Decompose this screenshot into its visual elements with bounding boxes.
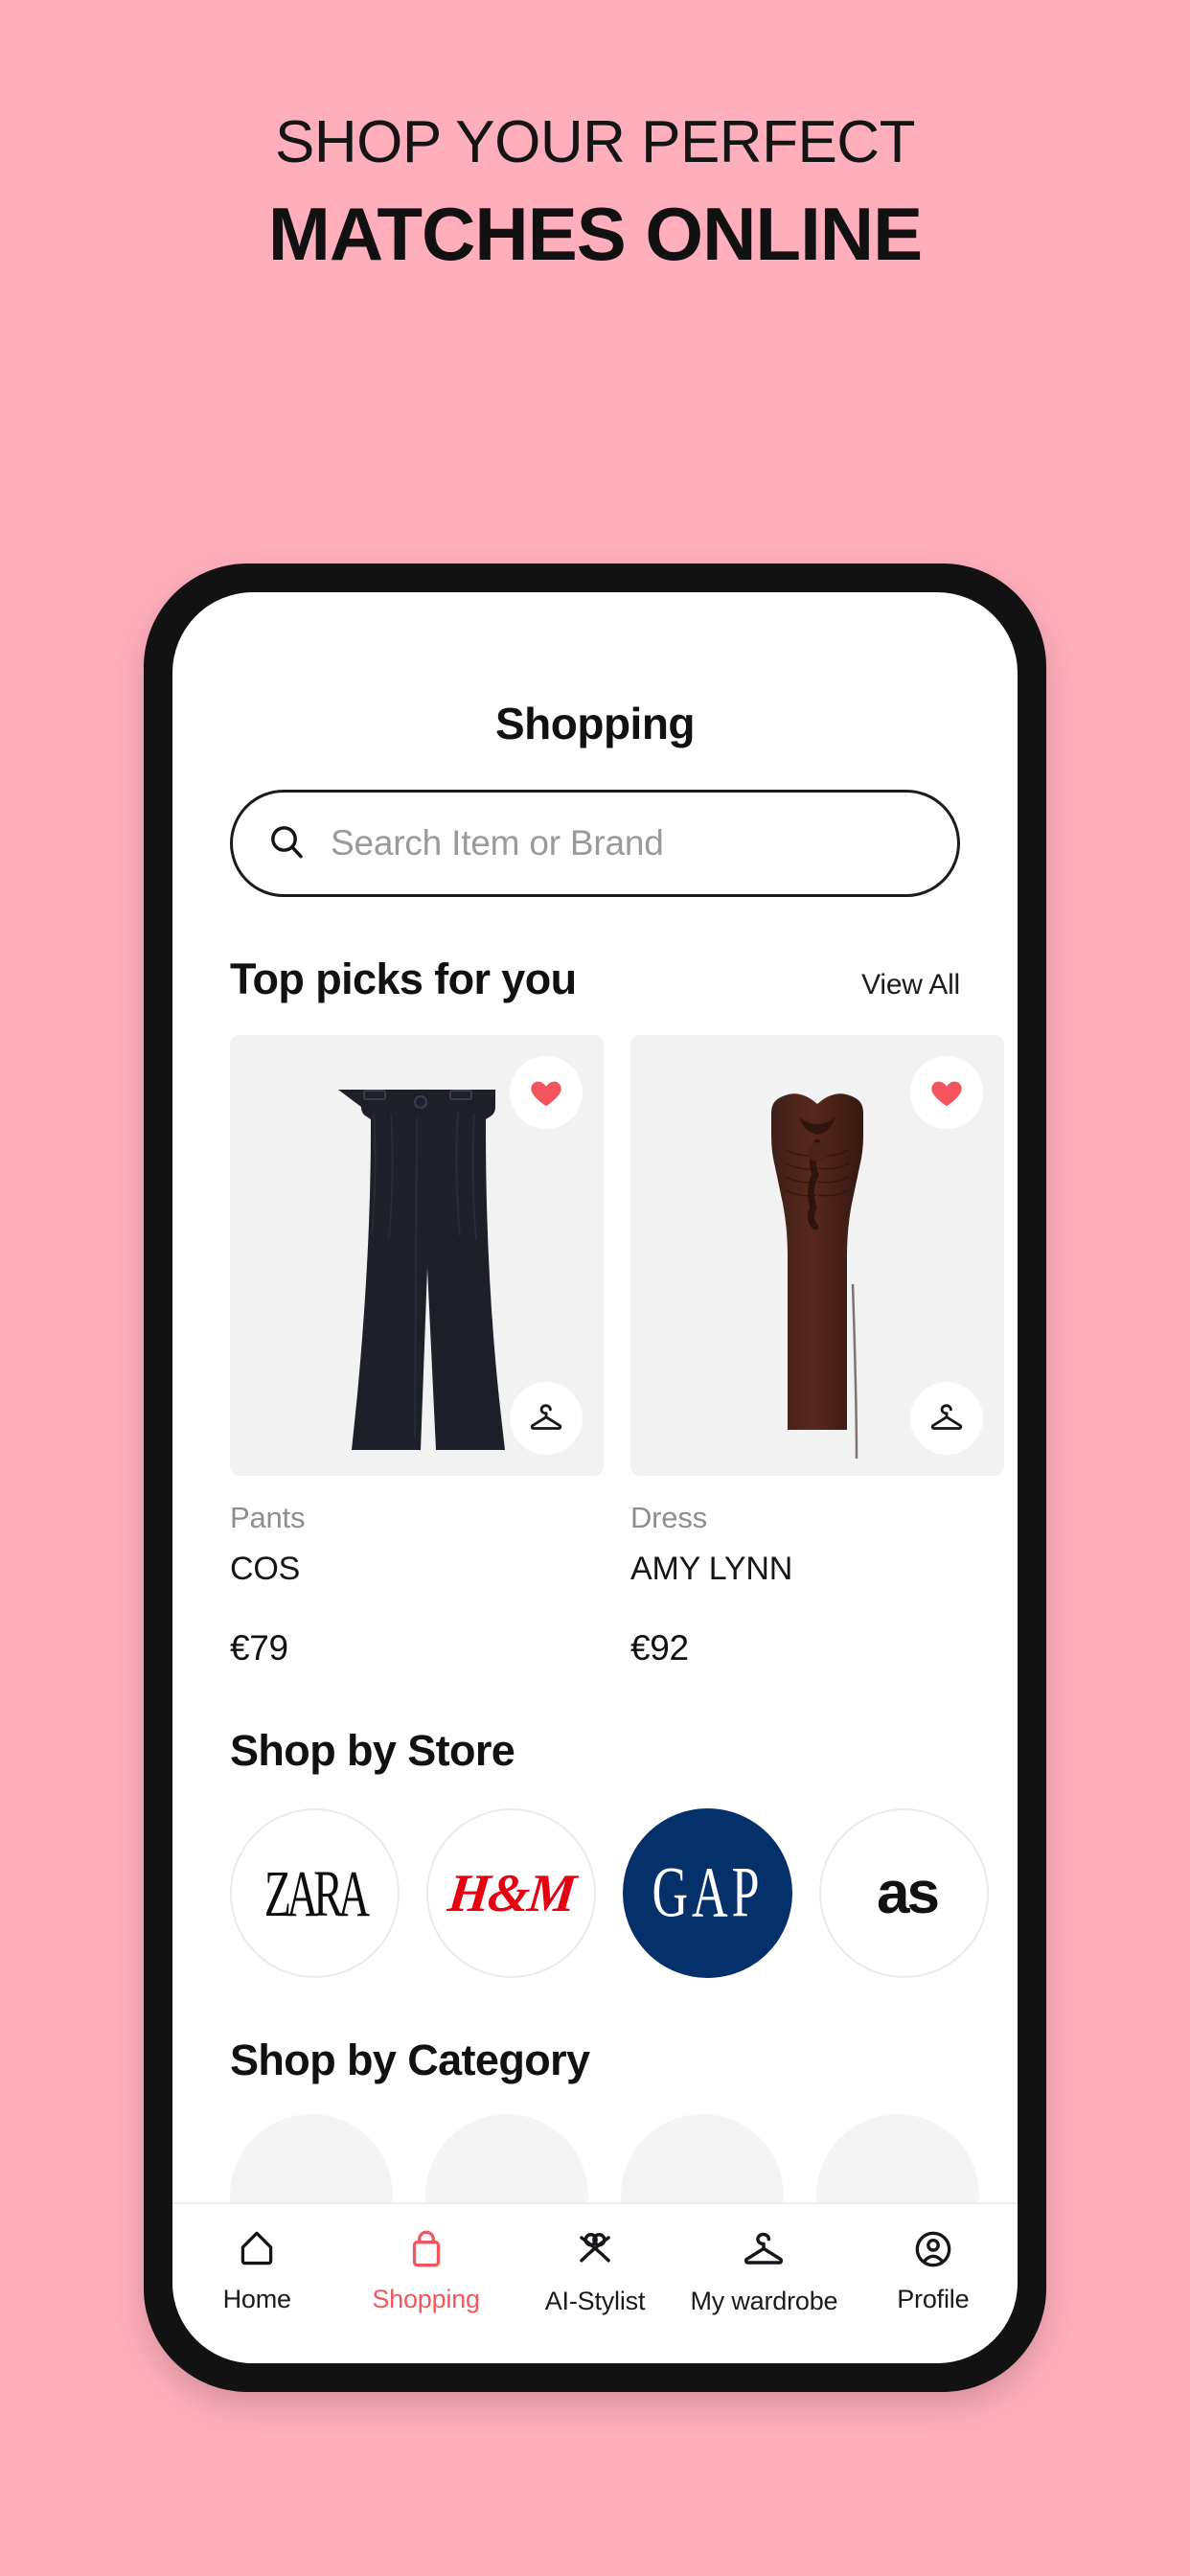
shop-by-category-header: Shop by Category [230,2036,960,2085]
nav-label: Profile [897,2285,970,2313]
heart-icon [931,1081,962,1107]
product-card[interactable]: Pants COS €79 [230,1035,604,1668]
product-brand: AMY LYNN [630,1551,793,1587]
store-item-hm[interactable]: H&M [426,1808,596,1978]
top-picks-header: Top picks for you View All [230,954,960,1004]
hanger-icon [744,2232,784,2265]
hanger-icon [930,1404,963,1430]
search-input[interactable]: Search Item or Brand [230,790,960,897]
nav-item-profile[interactable]: Profile [849,2225,1018,2314]
nav-item-ai-stylist[interactable]: AI-Stylist [511,2225,679,2316]
add-to-wardrobe-button[interactable] [510,1382,583,1455]
top-picks-carousel[interactable]: Pants COS €79 Dress AMY LYNN €92 [230,1035,1018,1668]
asos-logo: as [877,1860,940,1926]
store-item-asos[interactable]: as [819,1808,989,1978]
nav-label: AI-Stylist [544,2287,646,2315]
page-title: Shopping [494,699,696,748]
favorite-button[interactable] [910,1056,983,1129]
phone-mockup: Shopping Search Item or Brand Top picks … [144,564,1046,2392]
nav-item-home[interactable]: Home [172,2225,341,2314]
store-item-zara[interactable]: ZARA [230,1808,400,1978]
nav-label: Shopping [372,2285,480,2313]
search-icon [267,822,306,865]
view-all-link[interactable]: View All [861,969,960,1001]
bottom-navigation: Home Shopping AI-Stylist My wardrobe Pro… [172,2202,1018,2363]
phone-screen: Shopping Search Item or Brand Top picks … [172,592,1018,2363]
product-brand: COS [230,1551,301,1587]
product-card[interactable]: Dress AMY LYNN €92 [630,1035,1004,1668]
product-image[interactable] [230,1035,604,1476]
scissors-icon [580,2233,610,2263]
favorite-button[interactable] [510,1056,583,1129]
nav-label: My wardrobe [690,2287,838,2315]
person-circle-icon [915,2231,951,2267]
product-category: Pants [230,1501,306,1534]
product-price: €79 [230,1628,288,1668]
shopping-bag-icon [412,2230,440,2267]
product-category: Dress [630,1501,707,1534]
hanger-icon [530,1404,562,1430]
promo-headline-line1: SHOP YOUR PERFECT [275,109,915,175]
store-item-gap[interactable]: GAP [623,1808,792,1978]
hm-logo: H&M [445,1863,578,1923]
nav-item-shopping[interactable]: Shopping [341,2225,510,2314]
shop-by-store-title: Shop by Store [230,1726,515,1775]
shop-by-store-header: Shop by Store [230,1726,960,1776]
nav-label: Home [222,2285,291,2313]
nav-item-my-wardrobe[interactable]: My wardrobe [679,2225,848,2316]
store-carousel[interactable]: ZARA H&M GAP as [230,1808,1018,1978]
home-icon [240,2231,273,2266]
zara-logo: ZARA [263,1856,370,1930]
product-price: €92 [630,1628,689,1668]
search-placeholder: Search Item or Brand [331,823,664,862]
shop-by-category-title: Shop by Category [230,2036,590,2084]
promo-headline-line2: MATCHES ONLINE [267,192,923,276]
heart-icon [531,1081,561,1107]
top-picks-title: Top picks for you [230,954,577,1003]
add-to-wardrobe-button[interactable] [910,1382,983,1455]
promo-headline: SHOP YOUR PERFECT MATCHES ONLINE [0,109,1190,276]
product-image[interactable] [630,1035,1004,1476]
gap-logo: GAP [652,1853,764,1933]
